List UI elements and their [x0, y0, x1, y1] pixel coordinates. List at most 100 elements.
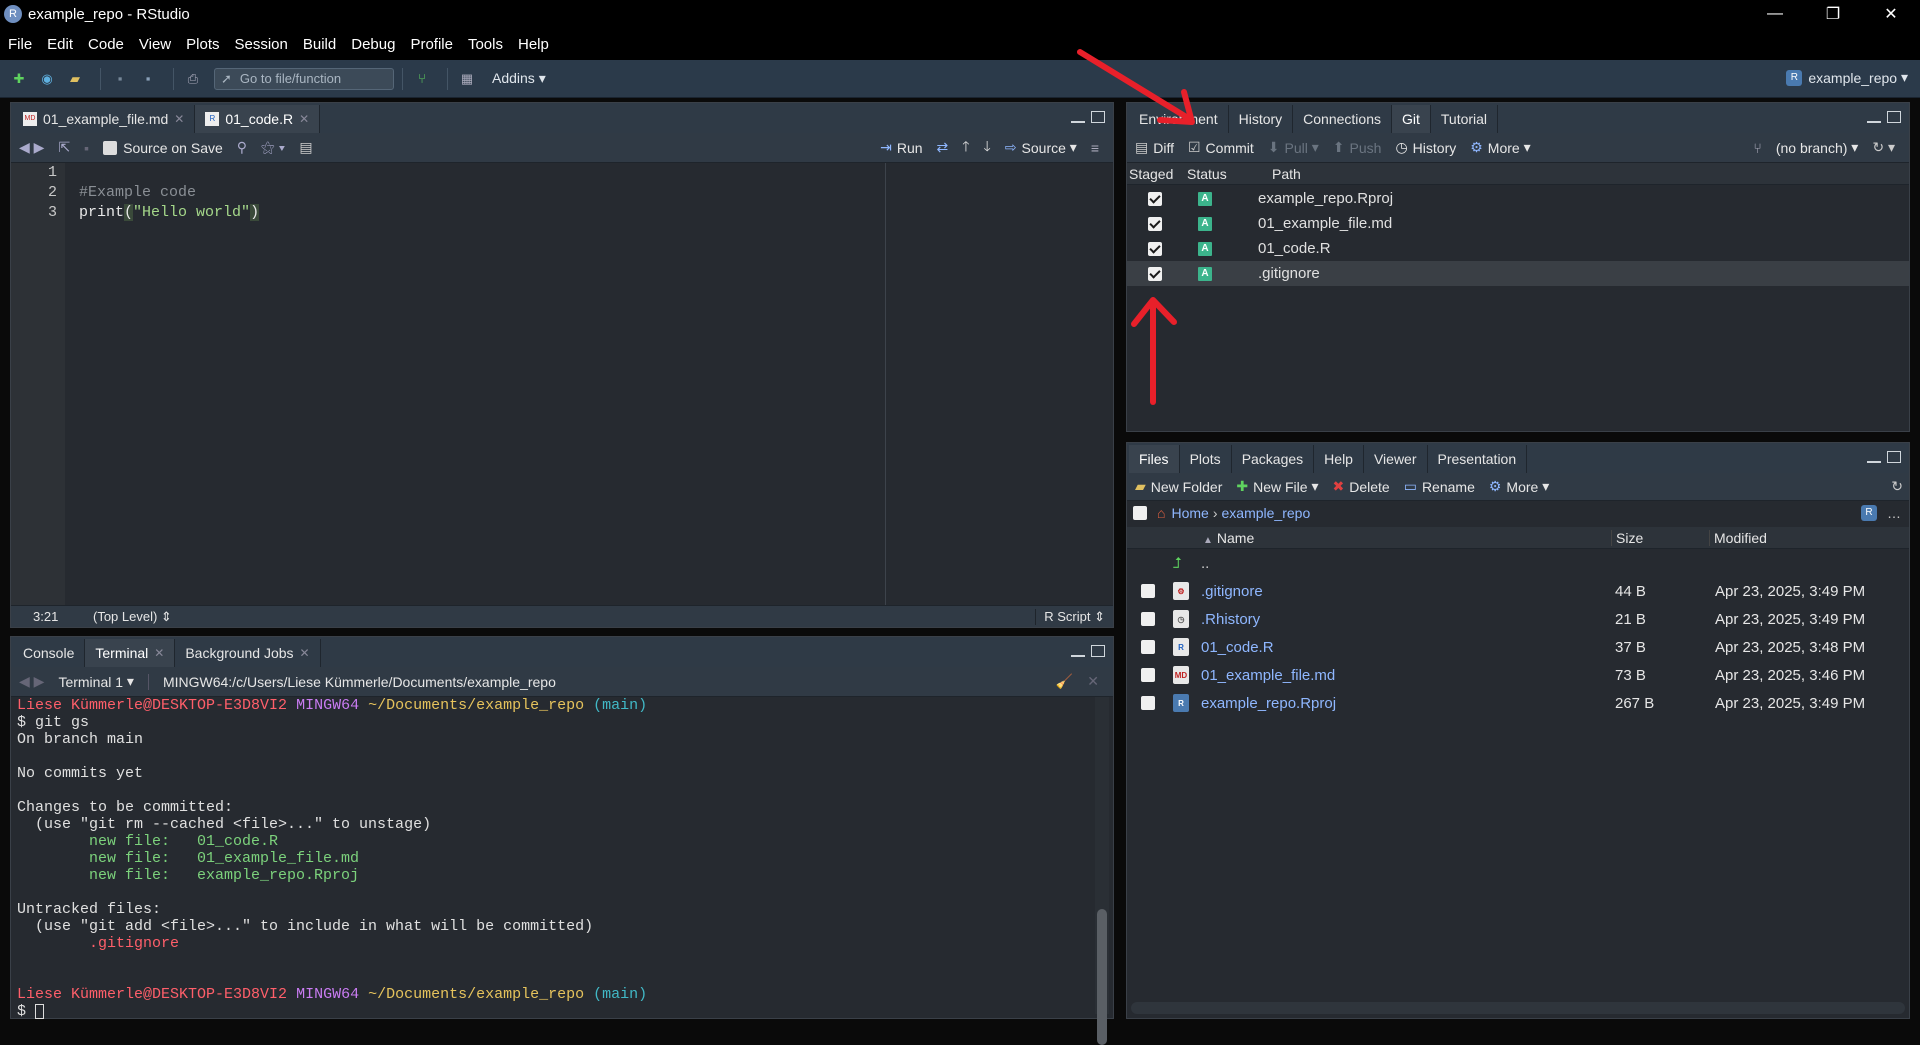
project-icon[interactable]: R — [1861, 505, 1877, 521]
menu-code[interactable]: Code — [88, 36, 124, 53]
minimize-pane-icon[interactable] — [1867, 119, 1881, 123]
tab-01-example-file-md[interactable]: MD 01_example_file.md ✕ — [13, 105, 196, 133]
maximize-pane-icon[interactable] — [1887, 111, 1901, 123]
file-checkbox[interactable] — [1141, 584, 1155, 598]
compile-report-icon[interactable]: ▤ — [299, 139, 312, 156]
parent-dir-row[interactable]: ⮥ .. — [1127, 549, 1909, 577]
new-file-button[interactable]: ✚ New File ▾ — [1236, 478, 1318, 495]
terminal-nav-icon[interactable]: ◀ ▶ — [19, 673, 44, 690]
menu-edit[interactable]: Edit — [47, 36, 73, 53]
maximize-pane-icon[interactable] — [1091, 645, 1105, 657]
modified-header[interactable]: Modified — [1709, 529, 1767, 546]
close-button[interactable]: ✕ — [1862, 0, 1920, 28]
source-on-save-checkbox[interactable]: Source on Save — [103, 140, 223, 156]
push-button[interactable]: ⬆ Push — [1333, 139, 1382, 156]
delete-button[interactable]: ✖ Delete — [1333, 478, 1390, 495]
menu-profile[interactable]: Profile — [410, 36, 453, 53]
tab-viewer[interactable]: Viewer — [1363, 445, 1428, 473]
save-all-icon[interactable]: ▪ — [137, 69, 159, 89]
staged-checkbox[interactable] — [1148, 191, 1162, 206]
close-tab-icon[interactable]: ✕ — [300, 646, 310, 660]
git-row[interactable]: A 01_code.R — [1127, 236, 1909, 261]
file-row[interactable]: MD 01_example_file.md 73 B Apr 23, 2025,… — [1127, 661, 1909, 689]
minimize-pane-icon[interactable] — [1867, 459, 1881, 463]
ellipsis-icon[interactable]: … — [1887, 505, 1901, 521]
save-file-icon[interactable]: ▪ — [84, 140, 89, 156]
diff-button[interactable]: ▤ Diff — [1135, 139, 1174, 156]
terminal-selector[interactable]: Terminal 1 ▾ — [58, 673, 134, 690]
staged-checkbox[interactable] — [1148, 266, 1162, 281]
addins-menu[interactable]: Addins ▾ — [492, 70, 546, 87]
print-icon[interactable]: ⎙ — [182, 69, 204, 89]
new-branch-icon[interactable]: ⑂ — [1753, 140, 1761, 156]
menu-view[interactable]: View — [139, 36, 171, 53]
tab-terminal[interactable]: Terminal ✕ — [85, 639, 176, 667]
workspace-panes-icon[interactable]: ▦ — [456, 69, 478, 89]
tab-packages[interactable]: Packages — [1231, 445, 1315, 473]
refresh-icon[interactable]: ↻ — [1891, 478, 1903, 495]
back-icon[interactable]: ◀ ▶ — [19, 139, 44, 156]
menu-session[interactable]: Session — [235, 36, 288, 53]
file-checkbox[interactable] — [1141, 640, 1155, 654]
tab-environment[interactable]: Environment — [1129, 105, 1229, 133]
new-file-icon[interactable]: ✚ — [8, 69, 30, 89]
file-row[interactable]: R 01_code.R 37 B Apr 23, 2025, 3:48 PM — [1127, 633, 1909, 661]
code-editor[interactable]: #Example code print("Hello world") — [69, 163, 1113, 605]
new-project-icon[interactable]: ◉ — [36, 69, 58, 89]
file-row[interactable]: ⚙ .gitignore 44 B Apr 23, 2025, 3:49 PM — [1127, 577, 1909, 605]
minimize-pane-icon[interactable] — [1071, 119, 1085, 123]
run-button[interactable]: ⇥ Run — [880, 139, 922, 156]
file-checkbox[interactable] — [1141, 696, 1155, 710]
show-in-window-icon[interactable]: ⇱ — [58, 139, 70, 156]
tab-git[interactable]: Git — [1391, 105, 1431, 133]
rename-button[interactable]: ▭ Rename — [1404, 478, 1475, 495]
up-arrow-icon[interactable]: 🡑 — [962, 136, 969, 160]
size-header[interactable]: Size — [1611, 529, 1643, 546]
clear-broom-icon[interactable]: 🧹 — [1056, 673, 1073, 690]
menu-tools[interactable]: Tools — [468, 36, 503, 53]
git-more-button[interactable]: ⚙ More ▾ — [1470, 139, 1530, 156]
minimize-pane-icon[interactable] — [1071, 653, 1085, 657]
close-tab-icon[interactable]: ✕ — [299, 112, 309, 126]
tab-01-code-r[interactable]: R 01_code.R ✕ — [195, 105, 321, 133]
tab-history[interactable]: History — [1228, 105, 1294, 133]
source-button[interactable]: ⇨ Source ▾ — [1005, 139, 1077, 156]
name-header[interactable]: ▲ Name — [1203, 530, 1254, 546]
commit-button[interactable]: ☑ Commit — [1188, 139, 1254, 156]
git-row-selected[interactable]: A .gitignore — [1127, 261, 1909, 286]
menu-build[interactable]: Build — [303, 36, 336, 53]
select-all-checkbox[interactable] — [1133, 506, 1147, 520]
outline-icon[interactable]: ≡ — [1091, 140, 1099, 156]
staged-checkbox[interactable] — [1148, 216, 1162, 231]
rerun-icon[interactable]: ⇄ — [937, 139, 949, 156]
code-tools-wand-icon[interactable]: ⚝ ▾ — [261, 139, 285, 156]
maximize-button[interactable]: ❐ — [1804, 0, 1862, 28]
close-terminal-icon[interactable]: ✕ — [1087, 673, 1099, 690]
git-row[interactable]: A example_repo.Rproj — [1127, 186, 1909, 211]
search-icon[interactable]: ⚲ — [237, 139, 247, 156]
git-history-button[interactable]: ◷ History — [1395, 139, 1456, 156]
file-row[interactable]: R example_repo.Rproj 267 B Apr 23, 2025,… — [1127, 689, 1909, 717]
maximize-pane-icon[interactable] — [1887, 451, 1901, 463]
vcs-icon[interactable]: ⑂ — [411, 69, 433, 89]
tab-files[interactable]: Files — [1129, 445, 1180, 473]
terminal-output[interactable]: Liese Kümmerle@DESKTOP-E3D8VI2 MINGW64 ~… — [17, 697, 1091, 1020]
tab-connections[interactable]: Connections — [1293, 105, 1392, 133]
tab-tutorial[interactable]: Tutorial — [1430, 105, 1499, 133]
breadcrumb-home[interactable]: Home — [1171, 505, 1208, 521]
close-tab-icon[interactable]: ✕ — [174, 112, 184, 126]
open-file-icon[interactable]: ▰ — [64, 69, 86, 89]
files-scrollbar[interactable] — [1131, 1002, 1905, 1014]
minimize-button[interactable]: — — [1746, 0, 1804, 28]
file-checkbox[interactable] — [1141, 668, 1155, 682]
tab-presentation[interactable]: Presentation — [1427, 445, 1528, 473]
save-icon[interactable]: ▪ — [109, 69, 131, 89]
pull-button[interactable]: ⬇ Pull ▾ — [1268, 139, 1319, 156]
tab-console[interactable]: Console — [13, 639, 86, 667]
terminal-scrollbar[interactable] — [1095, 697, 1109, 1045]
file-checkbox[interactable] — [1141, 612, 1155, 626]
tab-background-jobs[interactable]: Background Jobs ✕ — [175, 639, 321, 667]
project-menu[interactable]: R example_repo ▾ — [1786, 69, 1908, 86]
file-row[interactable]: ◷ .Rhistory 21 B Apr 23, 2025, 3:49 PM — [1127, 605, 1909, 633]
home-icon[interactable]: ⌂ — [1157, 505, 1165, 521]
